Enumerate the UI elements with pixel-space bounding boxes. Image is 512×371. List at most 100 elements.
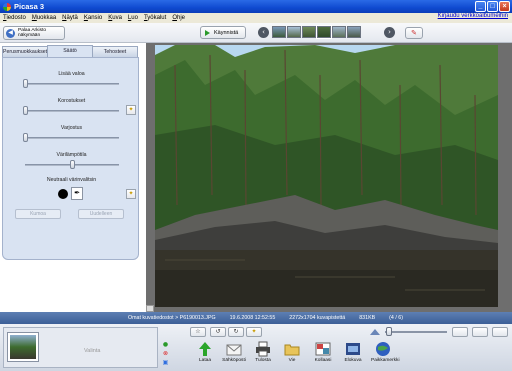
status-size: 831KB [359, 315, 376, 321]
redo-button[interactable]: Uudelleen [78, 209, 124, 219]
color-edit-icon[interactable]: ✎ [405, 27, 423, 39]
upload-icon [199, 342, 211, 356]
movie-icon [346, 343, 360, 355]
menubar: Tiedosto Muokkaa Näytä Kansio Kuva Luo T… [0, 13, 512, 23]
photo-viewer [146, 43, 512, 312]
tab-effects[interactable]: Tehosteet [92, 46, 138, 57]
email-label: Sähköposti [222, 358, 246, 363]
web-albums-signin-link[interactable]: Kirjaudu verkkoalbumeihin [438, 13, 508, 19]
toolbar: ◀ Palaa Arkisto näkymään Käynnistä ‹ › ✎ [0, 23, 512, 43]
tray-thumbnail[interactable] [7, 332, 39, 362]
status-bar: Omat kuvatiedostot > P6190013.JPG 19.6.2… [0, 312, 512, 324]
auto-highlights-icon[interactable]: ✦ [126, 105, 136, 115]
rotate-right-icon[interactable]: ↻ [228, 327, 244, 337]
shadows-slider[interactable] [25, 137, 119, 139]
undo-button[interactable]: Kumoa [15, 209, 61, 219]
menu-folder[interactable]: Kansio [84, 15, 102, 21]
email-icon [226, 344, 242, 356]
neutral-picker-label: Neutraali värinvalitsin [46, 177, 97, 183]
zoom-out-icon[interactable] [370, 327, 380, 335]
picasa-logo-icon [3, 2, 11, 11]
highlights-knob[interactable] [23, 106, 28, 115]
viewer-toggle-icon[interactable] [146, 305, 154, 312]
filmstrip-thumb[interactable] [272, 26, 286, 38]
upload-button[interactable]: Lataa [193, 341, 217, 363]
selection-tray: Valinta [3, 327, 158, 368]
rotate-left-icon[interactable]: ↺ [210, 327, 226, 337]
zoom-slider[interactable] [385, 331, 447, 333]
filmstrip-thumb[interactable] [287, 26, 301, 38]
menu-help[interactable]: Ohje [172, 15, 185, 21]
clear-tray-icon[interactable]: ⊗ [161, 350, 170, 358]
eyedropper-icon[interactable]: ✒ [71, 187, 83, 200]
share-star-icon[interactable]: ☆ [190, 327, 206, 337]
close-button[interactable]: × [499, 1, 510, 12]
upload-label: Lataa [198, 358, 211, 363]
slideshow-label: Käynnistä [214, 29, 239, 36]
tuning-panel: Lisää valoa Korostukset ✦ Varjostus Väri… [2, 57, 139, 260]
movie-label: Elokuva [344, 358, 362, 363]
collage-button[interactable]: Kollaasi [311, 341, 335, 363]
auto-color-icon[interactable]: ✦ [126, 189, 136, 199]
print-button[interactable]: Tulosta [251, 341, 275, 363]
menu-create[interactable]: Luo [128, 15, 138, 21]
add-to-album-icon[interactable]: ▣ [161, 359, 170, 367]
edit-tabs: Perusmuokkaukset Säätö Tehosteet [2, 45, 138, 57]
photo-tray: Valinta ● ⊗ ▣ ☆ ↺ ↻ ✦ Lataa Sähköposti T… [0, 324, 512, 371]
email-button[interactable]: Sähköposti [222, 341, 246, 363]
color-temperature-knob[interactable] [70, 160, 75, 169]
filmstrip-thumb-current[interactable] [316, 25, 332, 39]
edit-panel: Perusmuokkaukset Säätö Tehosteet Lisää v… [0, 43, 146, 312]
status-position: (4 / 6) [389, 315, 403, 321]
highlights-label: Korostukset [57, 98, 86, 104]
fill-light-knob[interactable] [23, 79, 28, 88]
filmstrip-thumb[interactable] [302, 26, 316, 38]
geotag-label: Paikkamerkki [371, 358, 400, 363]
movie-button[interactable]: Elokuva [341, 341, 365, 363]
play-icon [205, 29, 210, 36]
previous-photo-button[interactable]: ‹ [258, 27, 269, 38]
window-title: Picasa 3 [14, 2, 45, 11]
zoom-knob[interactable] [386, 327, 392, 336]
shadows-label: Varjostus [60, 125, 83, 131]
shadows-knob[interactable] [23, 133, 28, 142]
color-palette-icon[interactable] [492, 327, 508, 337]
color-temperature-label: Värilämpötila [56, 152, 87, 158]
back-label-line2: näkymään [18, 33, 41, 38]
tab-tuning[interactable]: Säätö [47, 45, 93, 57]
export-button[interactable]: Vie [280, 341, 304, 363]
menu-picture[interactable]: Kuva [108, 15, 122, 21]
minimize-button[interactable]: _ [475, 1, 486, 12]
status-dimensions: 2272x1704 kuvapistettä [289, 315, 346, 321]
back-to-library-button[interactable]: ◀ Palaa Arkisto näkymään [3, 26, 65, 40]
filmstrip-thumb[interactable] [332, 26, 346, 38]
filmstrip [272, 25, 361, 39]
photo-lake-forest[interactable] [155, 45, 498, 307]
next-photo-button[interactable]: › [384, 27, 395, 38]
window-titlebar: Picasa 3 _ □ × [0, 0, 512, 13]
tag-icon[interactable]: ✦ [246, 327, 262, 337]
collage-label: Kollaasi [314, 358, 332, 363]
export-folder-icon [284, 344, 300, 356]
neutral-color-swatch [58, 189, 68, 199]
menu-view[interactable]: Näytä [62, 15, 78, 21]
view-mode-button[interactable] [452, 327, 468, 337]
fit-view-button[interactable] [472, 327, 488, 337]
hold-pin-icon[interactable]: ● [161, 341, 170, 349]
maximize-button[interactable]: □ [487, 1, 498, 12]
status-date: 19.6.2008 12:52:55 [229, 315, 276, 321]
geotag-button[interactable]: Paikkamerkki [371, 341, 400, 363]
menu-edit[interactable]: Muokkaa [32, 15, 56, 21]
slideshow-button[interactable]: Käynnistä [200, 26, 246, 39]
arrow-left-icon: ◀ [6, 28, 15, 38]
geotag-icon [376, 342, 390, 356]
status-file-path: Omat kuvatiedostot > P6190013.JPG [128, 315, 216, 321]
menu-file[interactable]: Tiedosto [3, 15, 26, 21]
highlights-slider[interactable] [25, 110, 119, 112]
collage-icon [315, 342, 331, 356]
export-label: Vie [288, 358, 296, 363]
filmstrip-thumb[interactable] [347, 26, 361, 38]
tab-basic-fixes[interactable]: Perusmuokkaukset [2, 46, 48, 57]
menu-tools[interactable]: Työkalut [144, 15, 166, 21]
fill-light-slider[interactable] [25, 83, 119, 85]
